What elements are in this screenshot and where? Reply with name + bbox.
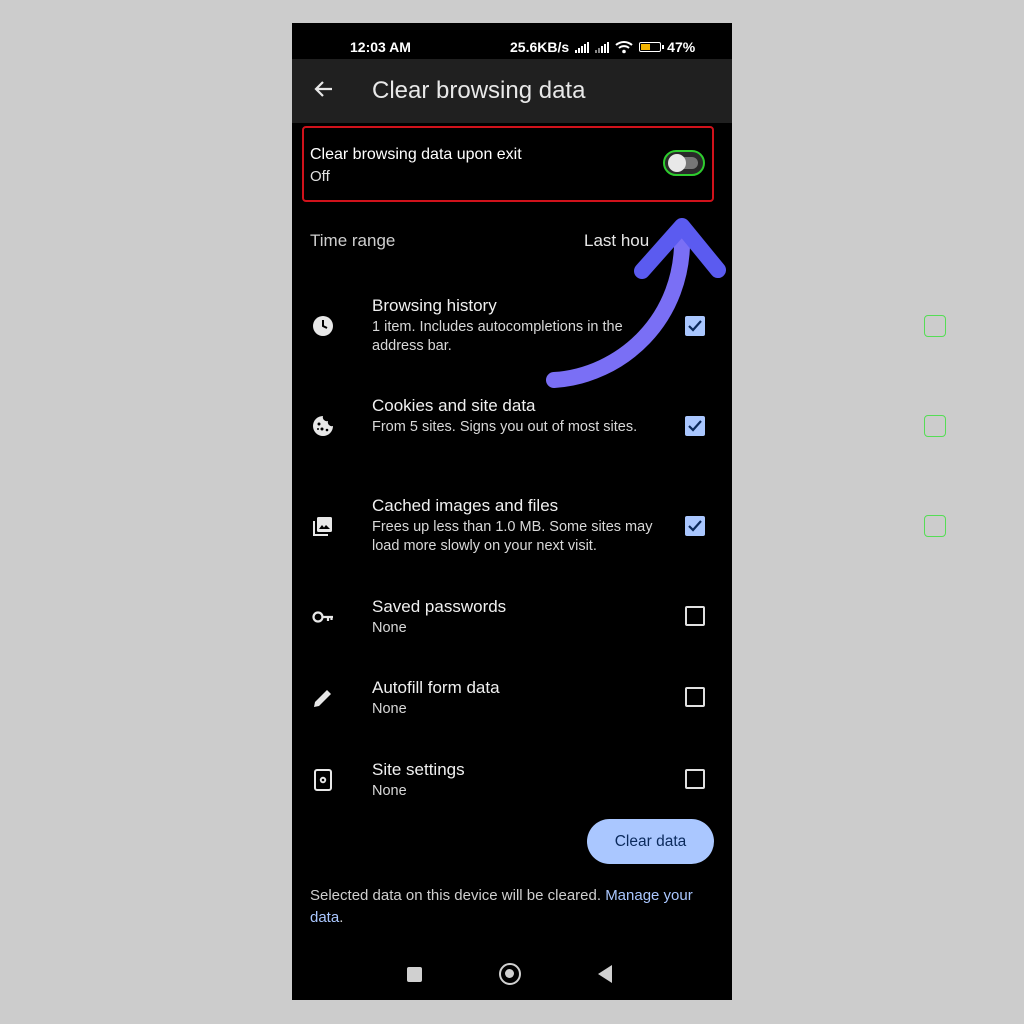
annotation-arrow-icon (546, 218, 726, 388)
outline-box (924, 515, 946, 537)
outline-box (924, 415, 946, 437)
outline-box (924, 315, 946, 337)
